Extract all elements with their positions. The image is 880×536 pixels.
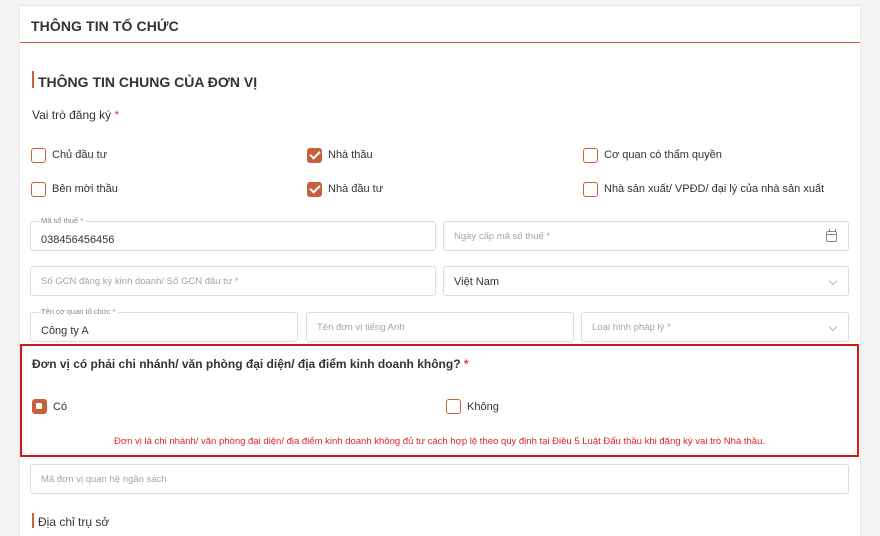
- address-label: Địa chỉ trụ sở: [38, 515, 110, 529]
- tax-date-input[interactable]: Ngày cấp mã số thuế *: [443, 221, 849, 251]
- checkbox-label: Nhà đầu tư: [328, 183, 384, 195]
- section-accent-bar: [32, 71, 34, 88]
- checkbox-label: Nhà thầu: [328, 149, 373, 161]
- budget-code-input[interactable]: Mã đơn vị quan hệ ngân sách: [30, 464, 849, 494]
- org-name-label: Tên cơ quan tổ chức *: [39, 307, 118, 316]
- country-select[interactable]: Việt Nam: [443, 266, 849, 296]
- checkbox-nha-thau[interactable]: [307, 148, 322, 163]
- tax-code-input[interactable]: Mã số thuế * 038456456456: [30, 216, 436, 251]
- roles-label: Vai trò đăng ký *: [32, 108, 120, 122]
- checkbox-nha-dau-tu[interactable]: [307, 182, 322, 197]
- address-accent-bar: [32, 513, 34, 528]
- radio-yes-label: Có: [53, 401, 68, 413]
- checkbox-label: Nhà sản xuất/ VPĐD/ đại lý của nhà sản x…: [604, 183, 825, 195]
- org-name-value: Công ty A: [41, 325, 89, 337]
- english-name-input[interactable]: Tên đơn vị tiếng Anh: [306, 312, 574, 342]
- country-value: Việt Nam: [454, 276, 500, 288]
- radio-no-label: Không: [467, 401, 499, 413]
- section-title: THÔNG TIN CHUNG CỦA ĐƠN VỊ: [38, 74, 258, 90]
- legal-type-select[interactable]: Loại hình pháp lý *: [581, 312, 849, 342]
- branch-error-message: Đơn vị là chi nhánh/ văn phòng đại diện/…: [114, 436, 765, 447]
- checkbox-label: Bên mời thầu: [52, 183, 118, 195]
- radio-branch-yes[interactable]: [32, 399, 47, 414]
- branch-question-label: Đơn vị có phải chi nhánh/ văn phòng đại …: [32, 357, 469, 371]
- budget-code-placeholder: Mã đơn vị quan hệ ngân sách: [41, 474, 167, 485]
- org-name-input[interactable]: Tên cơ quan tổ chức * Công ty A: [30, 307, 298, 342]
- chevron-down-icon: [828, 322, 838, 332]
- tax-date-placeholder: Ngày cấp mã số thuế *: [454, 231, 551, 242]
- business-cert-placeholder: Số GCN đăng ký kinh doanh/ Số GCN đầu tư…: [41, 276, 239, 287]
- card-header: THÔNG TIN TỔ CHỨC: [20, 6, 860, 43]
- english-name-placeholder: Tên đơn vị tiếng Anh: [317, 322, 405, 333]
- checkbox-label: Cơ quan có thẩm quyền: [604, 149, 722, 161]
- branch-question-box: Đơn vị có phải chi nhánh/ văn phòng đại …: [20, 344, 859, 457]
- calendar-icon[interactable]: [826, 229, 837, 242]
- business-cert-input[interactable]: Số GCN đăng ký kinh doanh/ Số GCN đầu tư…: [30, 266, 436, 296]
- tax-code-value: 038456456456: [41, 234, 115, 246]
- legal-type-placeholder: Loại hình pháp lý *: [592, 322, 671, 333]
- checkbox-ben-moi-thau[interactable]: [31, 182, 46, 197]
- card-title: THÔNG TIN TỔ CHỨC: [31, 18, 179, 34]
- radio-branch-no[interactable]: [446, 399, 461, 414]
- checkbox-co-quan-tham-quyen[interactable]: [583, 148, 598, 163]
- checkbox-chu-dau-tu[interactable]: [31, 148, 46, 163]
- checkbox-label: Chủ đầu tư: [52, 149, 108, 161]
- chevron-down-icon: [828, 276, 838, 286]
- tax-code-label: Mã số thuế *: [39, 216, 86, 225]
- checkbox-nha-san-xuat[interactable]: [583, 182, 598, 197]
